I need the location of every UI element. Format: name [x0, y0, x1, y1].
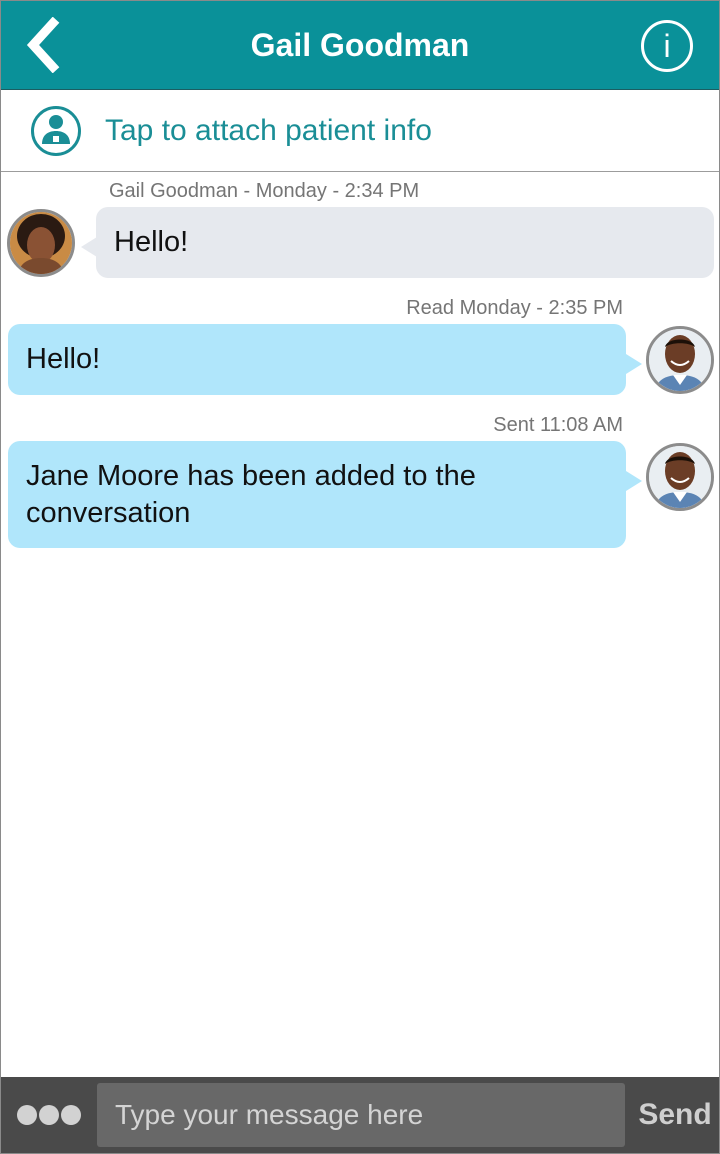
message-text: Hello! [26, 343, 101, 375]
message-bubble-outgoing[interactable]: Jane Moore has been added to the convers… [8, 441, 626, 548]
avatar-current-user[interactable] [646, 326, 714, 394]
patient-icon [31, 106, 81, 156]
attach-patient-info-label: Tap to attach patient info [105, 114, 432, 147]
man-portrait-icon [649, 446, 711, 508]
message-meta: Sent 11:08 AM [493, 414, 623, 436]
chat-screen: Gail Goodman i Tap to attach patient inf… [0, 0, 720, 1154]
message-text-line: conversation [26, 497, 191, 529]
info-button[interactable]: i [641, 20, 693, 72]
page-title: Gail Goodman [250, 27, 470, 63]
bubble-tail [626, 471, 642, 491]
header-bar: Gail Goodman i [1, 1, 719, 90]
send-button[interactable]: Send [635, 1097, 715, 1133]
message-input[interactable] [97, 1083, 625, 1147]
attach-patient-info-button[interactable]: Tap to attach patient info [1, 90, 719, 172]
avatar-current-user[interactable] [646, 443, 714, 511]
composer-bar: Send [1, 1077, 719, 1153]
message-bubble-outgoing[interactable]: Hello! [8, 324, 626, 395]
avatar-gail-goodman[interactable] [7, 209, 75, 277]
message-text: Hello! [114, 226, 189, 258]
man-portrait-icon [649, 329, 711, 391]
woman-portrait-icon [10, 212, 72, 274]
message-meta: Gail Goodman - Monday - 2:34 PM [109, 180, 420, 202]
message-text-line: Jane Moore has been added to the [26, 460, 476, 492]
message-meta: Read Monday - 2:35 PM [406, 297, 623, 319]
message-bubble-incoming[interactable]: Hello! [96, 207, 714, 278]
bubble-tail [626, 354, 642, 374]
bubble-tail [81, 237, 97, 257]
info-icon: i [663, 28, 671, 64]
more-options-button[interactable] [15, 1105, 85, 1127]
